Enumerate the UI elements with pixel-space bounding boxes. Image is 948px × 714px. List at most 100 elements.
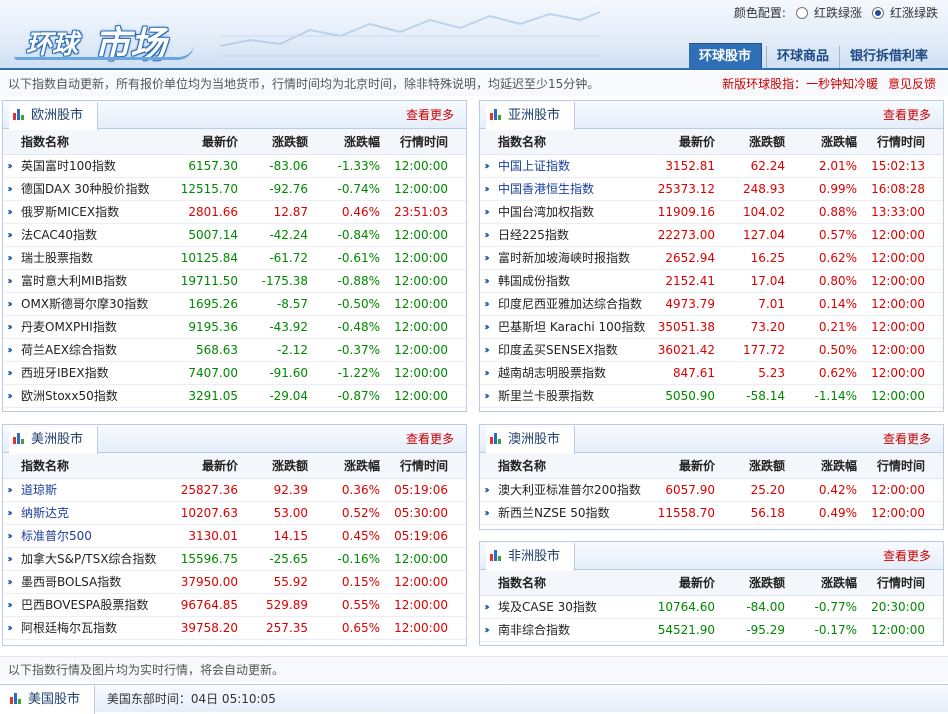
index-name-link[interactable]: ››› 荷兰AEX综合指数 [3, 339, 173, 361]
index-name-link[interactable]: ››› 墨西哥BOLSA指数 [3, 571, 173, 593]
table-row[interactable]: ››› 英国富时100指数 6157.30 -83.06 -1.33% 12:00:00 [3, 155, 466, 178]
table-row[interactable]: ››› 斯里兰卡股票指数 5050.90 -58.14 -1.14% 12:00:00 [480, 385, 943, 408]
index-name-link[interactable]: ››› 韩国成份指数 [480, 270, 650, 292]
index-name-link[interactable]: ››› 斯里兰卡股票指数 [480, 385, 650, 407]
table-row[interactable]: ››› 德国DAX 30种股价指数 12515.70 -92.76 -0.74% 12:0… [3, 178, 466, 201]
index-name-link[interactable]: ››› 欧洲Stoxx50指数 [3, 385, 173, 407]
arrow-icon: ››› [484, 485, 490, 496]
panel-title-tab[interactable]: 美洲股市 [9, 426, 99, 454]
index-name-link[interactable]: ››› 富时新加坡海峡时报指数 [480, 247, 650, 269]
index-name-link[interactable]: ››› 俄罗斯MICEX指数 [3, 201, 173, 223]
table-row[interactable]: ››› 荷兰AEX综合指数 568.63 -2.12 -0.37% 12:00:00 [3, 339, 466, 362]
option-red-down-label[interactable]: 红跌绿涨 [814, 4, 862, 21]
arrow-icon: ››› [7, 391, 13, 402]
index-name-link[interactable]: ››› 道琼斯 [3, 479, 173, 501]
table-row[interactable]: ››› 欧洲Stoxx50指数 3291.05 -29.04 -0.87% 12:00:0… [3, 385, 466, 408]
index-name-link[interactable]: ››› 纳斯达克 [3, 502, 173, 524]
latest-price: 2652.94 [665, 251, 715, 265]
view-more-link[interactable]: 查看更多 [883, 542, 931, 570]
column-header: 最新价 [678, 576, 715, 590]
index-name-link[interactable]: ››› 越南胡志明股票指数 [480, 362, 650, 384]
feedback-link[interactable]: 意见反馈 [888, 77, 936, 91]
table-row[interactable]: ››› 印度孟买SENSEX指数 36021.42 177.72 0.50% 12:00:… [480, 339, 943, 362]
table-row[interactable]: ››› 西班牙IBEX指数 7407.00 -91.60 -1.22% 12:00:00 [3, 362, 466, 385]
table-row[interactable]: ››› 越南胡志明股票指数 847.61 5.23 0.62% 12:00:00 [480, 362, 943, 385]
index-name-link[interactable]: ››› 印度孟买SENSEX指数 [480, 339, 650, 361]
table-row[interactable]: ››› 法CAC40指数 5007.14 -42.24 -0.84% 12:00:00 [3, 224, 466, 247]
table-row[interactable]: ››› 中国上证指数 3152.81 62.24 2.01% 15:02:13 [480, 155, 943, 178]
table-row[interactable]: ››› 加拿大S&P/TSX综合指数 15596.75 -25.65 -0.16% 12:… [3, 548, 466, 571]
option-red-up-label[interactable]: 红涨绿跌 [890, 4, 938, 21]
table-row[interactable]: ››› 巴基斯坦 Karachi 100指数 35051.38 73.20 0.21% 1… [480, 316, 943, 339]
tab-global-stocks[interactable]: 环球股市 [688, 43, 762, 68]
table-row[interactable]: ››› 中国香港恒生指数 25373.12 248.93 0.99% 16:08:28 [480, 178, 943, 201]
change-percent: 0.55% [341, 598, 380, 612]
index-name-link[interactable]: ››› 中国香港恒生指数 [480, 178, 650, 200]
view-more-link[interactable]: 查看更多 [883, 101, 931, 129]
radio-red-up[interactable] [871, 6, 884, 19]
index-name-link[interactable]: ››› 新西兰NZSE 50指数 [480, 502, 650, 524]
radio-red-down[interactable] [795, 6, 808, 19]
panel-title-tab[interactable]: 澳洲股市 [486, 426, 576, 454]
table-row[interactable]: ››› 标准普尔500 3130.01 14.15 0.45% 05:19:06 [3, 525, 466, 548]
view-more-link[interactable]: 查看更多 [406, 101, 454, 129]
view-more-link[interactable]: 查看更多 [883, 425, 931, 453]
index-name-link[interactable]: ››› OMX斯德哥尔摩30指数 [3, 293, 173, 315]
change-percent: -0.48% [337, 320, 380, 334]
index-name-link[interactable]: ››› 德国DAX 30种股价指数 [3, 178, 173, 200]
index-name-link[interactable]: ››› 南非综合指数 [480, 619, 650, 641]
arrow-icon: ››› [7, 276, 13, 287]
panel-title-tab[interactable]: 欧洲股市 [9, 102, 99, 130]
index-name-link[interactable]: ››› 日经225指数 [480, 224, 650, 246]
table-row[interactable]: ››› OMX斯德哥尔摩30指数 1695.26 -8.57 -0.50% 12:00:0… [3, 293, 466, 316]
table-row[interactable]: ››› 中国台湾加权指数 11909.16 104.02 0.88% 13:33:00 [480, 201, 943, 224]
table-row[interactable]: ››› 南非综合指数 54521.90 -95.29 -0.17% 12:00:00 [480, 619, 943, 642]
table-row[interactable]: ››› 富时新加坡海峡时报指数 2652.94 16.25 0.62% 12:00:00 [480, 247, 943, 270]
table-row[interactable]: ››› 丹麦OMXPHI指数 9195.36 -43.92 -0.48% 12:00:00 [3, 316, 466, 339]
tab-global-commodities[interactable]: 环球商品 [765, 46, 839, 68]
index-name-link[interactable]: ››› 英国富时100指数 [3, 155, 173, 177]
table-row[interactable]: ››› 埃及CASE 30指数 10764.60 -84.00 -0.77% 20:30:… [480, 596, 943, 619]
change-amount: -92.76 [269, 182, 308, 196]
index-name-link[interactable]: ››› 标准普尔500 [3, 525, 173, 547]
bar-chart-icon [10, 692, 24, 704]
index-name-link[interactable]: ››› 瑞士股票指数 [3, 247, 173, 269]
table-row[interactable]: ››› 韩国成份指数 2152.41 17.04 0.80% 12:00:00 [480, 270, 943, 293]
table-row[interactable]: ››› 澳大利亚标准普尔200指数 6057.90 25.20 0.42% 12:00:0… [480, 479, 943, 502]
index-name-link[interactable]: ››› 西班牙IBEX指数 [3, 362, 173, 384]
table-row[interactable]: ››› 墨西哥BOLSA指数 37950.00 55.92 0.15% 12:00:00 [3, 571, 466, 594]
index-name-link[interactable]: ››› 印度尼西亚雅加达综合指数 [480, 293, 650, 315]
index-name-link[interactable]: ››› 富时意大利MIB指数 [3, 270, 173, 292]
index-name-link[interactable]: ››› 埃及CASE 30指数 [480, 596, 650, 618]
table-row[interactable]: ››› 道琼斯 25827.36 92.39 0.36% 05:19:06 [3, 479, 466, 502]
table-row[interactable]: ››› 阿根廷梅尔瓦指数 39758.20 257.35 0.65% 12:00:00 [3, 617, 466, 640]
panel-title-tab[interactable]: 亚洲股市 [486, 102, 576, 130]
quote-time: 12:00:00 [871, 506, 925, 520]
latest-price: 7407.00 [188, 366, 238, 380]
table-row[interactable]: ››› 纳斯达克 10207.63 53.00 0.52% 05:30:00 [3, 502, 466, 525]
table-row[interactable]: ››› 瑞士股票指数 10125.84 -61.72 -0.61% 12:00:00 [3, 247, 466, 270]
tab-interbank-rates[interactable]: 银行拆借利率 [838, 46, 938, 68]
index-name-link[interactable]: ››› 巴基斯坦 Karachi 100指数 [480, 316, 650, 338]
index-name-link[interactable]: ››› 巴西BOVESPA股票指数 [3, 594, 173, 616]
latest-price: 25827.36 [180, 483, 238, 497]
index-name-link[interactable]: ››› 加拿大S&P/TSX综合指数 [3, 548, 173, 570]
us-stock-tab[interactable]: 美国股市 [0, 686, 96, 714]
change-amount: 7.01 [758, 297, 785, 311]
index-name-link[interactable]: ››› 阿根廷梅尔瓦指数 [3, 617, 173, 639]
table-row[interactable]: ››› 印度尼西亚雅加达综合指数 4973.79 7.01 0.14% 12:00:00 [480, 293, 943, 316]
index-name-link[interactable]: ››› 法CAC40指数 [3, 224, 173, 246]
change-percent: 0.21% [818, 320, 857, 334]
table-row[interactable]: ››› 新西兰NZSE 50指数 11558.70 56.18 0.49% 12:00:0… [480, 502, 943, 525]
table-row[interactable]: ››› 俄罗斯MICEX指数 2801.66 12.87 0.46% 23:51:03 [3, 201, 466, 224]
index-name-link[interactable]: ››› 澳大利亚标准普尔200指数 [480, 479, 650, 501]
index-name-link[interactable]: ››› 丹麦OMXPHI指数 [3, 316, 173, 338]
panel-title-tab[interactable]: 非洲股市 [486, 543, 576, 571]
table-row[interactable]: ››› 富时意大利MIB指数 19711.50 -175.38 -0.88% 12:00:… [3, 270, 466, 293]
index-name-link[interactable]: ››› 中国台湾加权指数 [480, 201, 650, 223]
table-row[interactable]: ››› 巴西BOVESPA股票指数 96764.85 529.89 0.55% 12:00… [3, 594, 466, 617]
index-name-link[interactable]: ››› 中国上证指数 [480, 155, 650, 177]
table-row[interactable]: ››› 日经225指数 22273.00 127.04 0.57% 12:00:00 [480, 224, 943, 247]
view-more-link[interactable]: 查看更多 [406, 425, 454, 453]
new-index-link[interactable]: 新版环球股指：一秒钟知冷暖 [722, 77, 878, 91]
